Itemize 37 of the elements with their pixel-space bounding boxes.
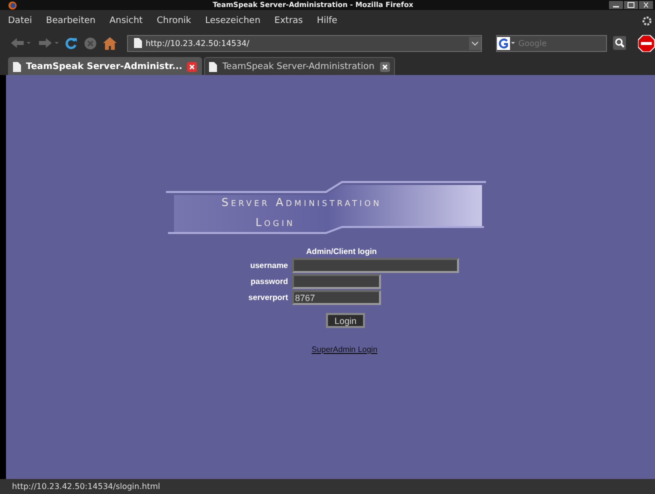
menu-item[interactable]: Bearbeiten [46, 16, 104, 26]
browser-tab[interactable]: TeamSpeak Server-Administration [204, 57, 395, 75]
back-icon[interactable] [10, 37, 32, 49]
input-field[interactable] [292, 258, 459, 273]
form-title: Admin/Client login [306, 247, 377, 256]
input-field[interactable]: 8767 [292, 290, 381, 305]
browser-tab[interactable]: TeamSpeak Server-Administr... [8, 57, 202, 75]
reload-icon[interactable] [65, 36, 78, 50]
close-icon[interactable] [639, 1, 653, 9]
stop-icon[interactable] [84, 36, 97, 50]
page-icon [134, 38, 142, 48]
field-label: password [250, 277, 288, 286]
forward-icon[interactable] [38, 37, 60, 49]
input-field[interactable] [292, 274, 381, 289]
menu-item[interactable]: Lesezeichen [205, 16, 268, 26]
status-bar: http://10.23.42.50:14534/slogin.html [0, 479, 655, 494]
home-icon[interactable] [102, 36, 117, 50]
minimize-icon[interactable] [609, 1, 623, 9]
menu-item[interactable]: Datei [8, 16, 40, 26]
menu-item[interactable]: Extras [274, 16, 311, 26]
page-icon [13, 62, 21, 72]
banner-title: Server Administration [222, 196, 382, 209]
menu-item[interactable]: Chronik [156, 16, 200, 26]
search-engine-icon[interactable] [497, 36, 516, 50]
dropdown-icon[interactable] [469, 36, 482, 50]
login-button[interactable]: Login [326, 313, 365, 328]
address-field[interactable]: http://10.23.42.50:14534/ [126, 34, 482, 52]
banner-subtitle: Login [256, 216, 295, 229]
field-label: serverport [247, 293, 288, 302]
field-label: username [249, 261, 288, 270]
close-icon[interactable] [187, 62, 198, 72]
close-icon[interactable] [380, 62, 390, 72]
search-icon[interactable] [612, 36, 626, 50]
menu-item[interactable]: Ansicht [109, 16, 151, 26]
page-icon [209, 62, 218, 72]
maximize-icon[interactable] [624, 1, 638, 9]
menu-item[interactable]: Hilfe [316, 16, 346, 26]
